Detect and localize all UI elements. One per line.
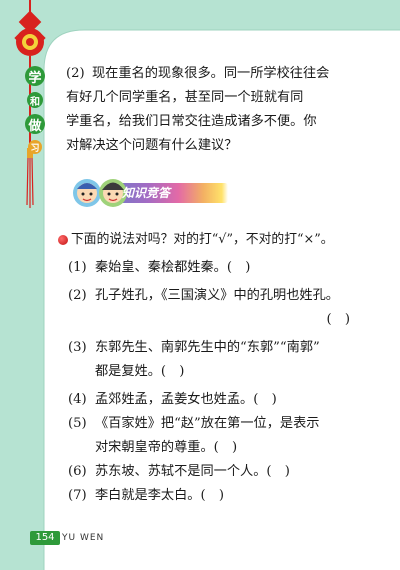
side-title: 学 和 做 习 — [25, 66, 45, 154]
item-text: 李白就是李太白。( ) — [95, 488, 224, 503]
section-title: 知识竞答 — [122, 186, 171, 200]
quiz-list: (1) 秦始皇、秦桧都姓秦。( ) (2) 孔子姓孔，《三国演义》中的孔明也姓孔… — [68, 256, 368, 508]
item-text: 孟郊姓孟，孟姜女也姓孟。( ) — [95, 392, 277, 407]
item-text-line: 《百家姓》把“赵”放在第一位，是表示 — [95, 416, 320, 431]
instruction-line: 下面的说法对吗？对的打“√”，不对的打“×”。 — [58, 230, 334, 250]
question-2-line: (2) 现在重名的现象很多。同一所学校往往会 — [66, 62, 366, 86]
item-number: (3) — [68, 340, 87, 355]
question-2-number: (2) — [66, 66, 85, 81]
item-number: (1) — [68, 260, 87, 275]
footer-label: YU WEN — [62, 533, 105, 543]
list-item: (7) 李白就是李太白。( ) — [68, 484, 368, 508]
item-text: 《百家姓》把“赵”放在第一位，是表示 对宋朝皇帝的尊重。( ) — [95, 412, 368, 460]
side-title-char: 做 — [25, 114, 45, 134]
item-number: (5) — [68, 416, 87, 431]
list-item: (2) 孔子姓孔，《三国演义》中的孔明也姓孔。 — [68, 284, 368, 308]
list-item: (3) 东郭先生、南郭先生中的“东郭”“南郭” 都是复姓。( ) — [68, 336, 368, 384]
section-banner: 知识竞答 — [70, 175, 230, 207]
item-text: 孔子姓孔，《三国演义》中的孔明也姓孔。 — [95, 288, 339, 303]
page-number: 154 — [30, 531, 60, 545]
side-title-char: 习 — [28, 140, 42, 154]
question-2-line: 有好几个同学重名，甚至同一个班就有同 — [66, 90, 304, 105]
list-item: (1) 秦始皇、秦桧都姓秦。( ) — [68, 256, 368, 280]
question-2-line: 对解决这个问题有什么建议？ — [66, 138, 238, 153]
side-title-char: 学 — [25, 66, 45, 86]
question-2-line: 学重名，给我们日常交往造成诸多不便。你 — [66, 114, 317, 129]
item-text: 秦始皇、秦桧都姓秦。( ) — [95, 260, 251, 275]
list-item: (5) 《百家姓》把“赵”放在第一位，是表示 对宋朝皇帝的尊重。( ) — [68, 412, 368, 460]
list-item: (6) 苏东坡、苏轼不是同一个人。( ) — [68, 460, 368, 484]
item-number: (7) — [68, 488, 87, 503]
side-title-char: 和 — [27, 92, 43, 108]
answer-paren[interactable]: ( ) — [68, 308, 368, 332]
red-bullet-icon — [58, 235, 68, 245]
item-number: (4) — [68, 392, 87, 407]
instruction-text: 下面的说法对吗？对的打“√”，不对的打“×”。 — [71, 232, 334, 247]
item-text-line: 东郭先生、南郭先生中的“东郭”“南郭” — [95, 340, 320, 355]
item-text: 东郭先生、南郭先生中的“东郭”“南郭” 都是复姓。( ) — [95, 336, 368, 384]
list-item: (4) 孟郊姓孟，孟姜女也姓孟。( ) — [68, 388, 368, 412]
question-2-text: 现在重名的现象很多。同一所学校往往会 — [92, 66, 330, 81]
question-2-block: (2) 现在重名的现象很多。同一所学校往往会 有好几个同学重名，甚至同一个班就有同… — [66, 62, 366, 158]
item-text-line: 对宋朝皇帝的尊重。( ) — [95, 440, 238, 455]
item-number: (6) — [68, 464, 87, 479]
item-number: (2) — [68, 288, 87, 303]
item-text: 苏东坡、苏轼不是同一个人。( ) — [95, 464, 290, 479]
item-text-line: 都是复姓。( ) — [95, 364, 185, 379]
